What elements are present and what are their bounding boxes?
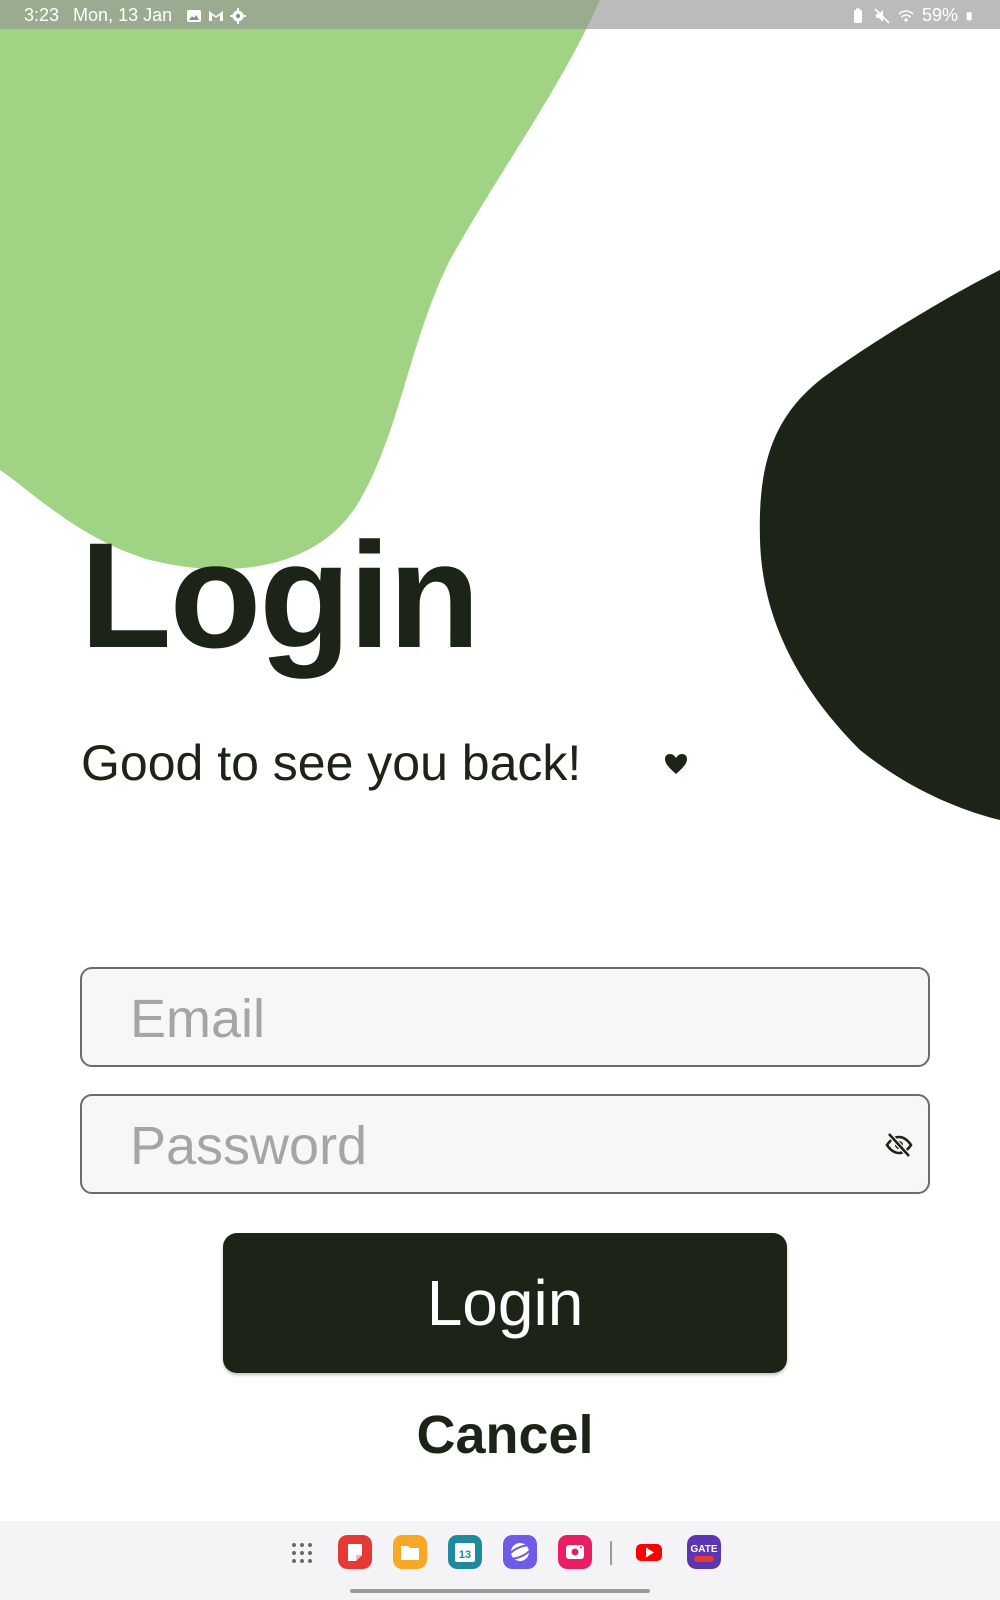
date: Mon, 13 Jan: [73, 5, 173, 25]
dock-separator: [610, 1541, 612, 1565]
welcome-subtitle: Good to see you back!: [81, 735, 582, 791]
password-input[interactable]: [130, 1108, 830, 1184]
toggle-password-visibility-icon[interactable]: [884, 1130, 914, 1160]
gallery-icon: [187, 9, 202, 22]
calendar-app-icon[interactable]: 13: [448, 1535, 482, 1569]
screen-recorder-app-icon[interactable]: [558, 1535, 592, 1569]
status-right: 59%: [850, 5, 976, 26]
password-field[interactable]: [80, 1094, 930, 1194]
wifi-icon: [898, 9, 914, 22]
email-input[interactable]: [130, 981, 830, 1057]
battery-level: 59%: [921, 5, 958, 25]
clock: 3:23: [24, 5, 60, 25]
settings-icon: [230, 7, 247, 24]
youtube-app-icon[interactable]: [632, 1535, 666, 1569]
gate-label: GATE: [690, 1544, 717, 1555]
status-left: 3:23 Mon, 13 Jan: [24, 5, 247, 26]
page-title: Login: [80, 511, 480, 679]
taskbar: 13 GATE: [0, 1521, 1000, 1600]
mute-icon: [874, 7, 890, 24]
samsung-internet-app-icon[interactable]: [503, 1535, 537, 1569]
cancel-button[interactable]: Cancel: [390, 1400, 620, 1470]
home-indicator[interactable]: [350, 1589, 650, 1593]
notification-icons: [186, 7, 247, 24]
notes-app-icon[interactable]: [338, 1535, 372, 1569]
login-button[interactable]: Login: [223, 1233, 787, 1373]
status-bar: 3:23 Mon, 13 Jan 59%: [0, 0, 1000, 29]
calendar-day-label: 13: [459, 1549, 471, 1561]
battery-icon: [966, 11, 972, 20]
battery-saver-icon: [853, 8, 862, 23]
gmail-icon: [209, 10, 224, 21]
my-files-app-icon[interactable]: [393, 1535, 427, 1569]
email-field[interactable]: [80, 967, 930, 1067]
gate-2025-app-icon[interactable]: GATE: [687, 1535, 721, 1569]
heart-icon: [665, 754, 687, 774]
app-drawer-icon[interactable]: [291, 1542, 313, 1564]
